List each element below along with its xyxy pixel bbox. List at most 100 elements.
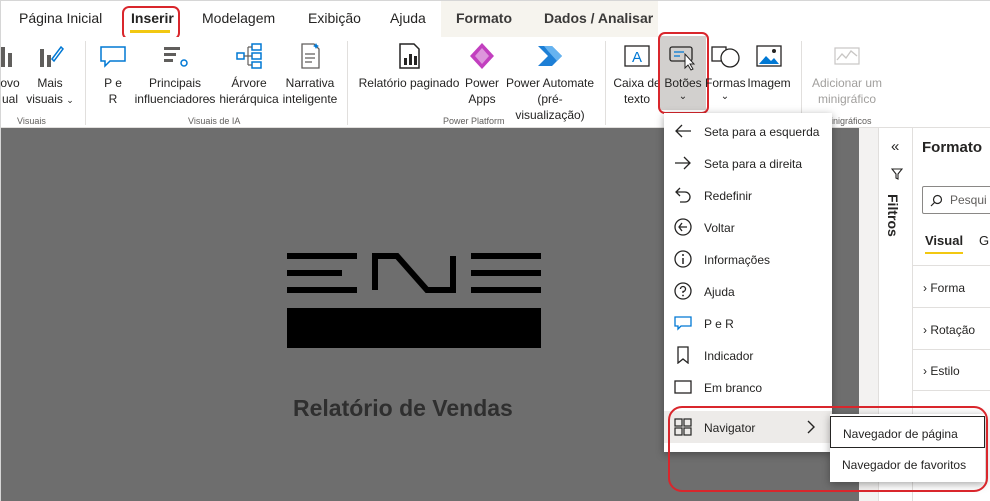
ribbon-separator [605,41,606,125]
section-rotacao[interactable]: › Rotação [923,323,975,337]
tab-ajuda[interactable]: Ajuda [390,10,426,26]
reset-icon [675,187,691,203]
menu-item-ajuda[interactable]: Ajuda [664,275,832,307]
group-label-power-platform: Power Platform [443,116,505,126]
image-label: Imagem [747,76,791,90]
back-circle-icon [674,218,692,236]
format-search-placeholder: Pesqui [950,193,987,207]
section-estilo[interactable]: › Estilo [923,364,960,378]
info-icon [674,250,692,268]
smart-narrative-icon [301,43,320,69]
more-visuals-button[interactable]: Mais visuais ⌄ [25,41,75,108]
filters-label: Filtros [885,194,901,237]
menu-item-seta-direita[interactable]: Seta para a direita [664,147,832,179]
shapes-icon [711,46,740,68]
menu-item-label: Voltar [704,221,735,235]
ribbon-dot: . [207,90,211,104]
ens-logo [287,253,541,348]
menu-item-em-branco[interactable]: Em branco [664,371,832,403]
qa-icon [100,46,126,68]
new-visual-label-2: ual [1,92,18,106]
format-search-input[interactable]: Pesqui [922,186,990,214]
group-label-visuais-ia: Visuais de IA [188,116,241,126]
divider [913,307,990,308]
bookmark-icon [677,346,689,364]
decomposition-tree-button[interactable]: Árvore hierárquica [218,41,280,107]
filter-icon [891,168,903,180]
add-sparkline-button[interactable]: Adicionar um minigráfico [808,41,886,107]
divider [913,265,990,266]
image-button[interactable]: Imagem [746,41,792,91]
smart-narrative-button[interactable]: Narrativa inteligente [281,41,339,107]
new-visual-button[interactable]: ovo ual [0,41,21,107]
image-icon [756,45,782,67]
chevron-right-icon: › [923,323,927,337]
menu-item-label: Redefinir [704,189,753,203]
chevron-right-icon: › [923,364,927,378]
sparkline-icon [834,47,860,65]
section-forma[interactable]: › Forma [923,281,965,295]
decomposition-tree-label-1: Árvore [231,76,267,90]
ribbon-tab-bar: Página Inicial Inserir Modelagem Exibiçã… [1,1,990,40]
shapes-button[interactable]: Formas ⌄ [705,41,746,103]
tab-visual[interactable]: Visual [925,233,963,248]
smart-narrative-label-2: inteligente [282,92,338,106]
power-automate-icon [538,46,562,66]
menu-item-label: Em branco [704,381,763,395]
new-visual-icon [1,47,12,67]
power-apps-label-2: Apps [468,92,496,106]
menu-item-label: Seta para a esquerda [704,125,820,139]
qa-label-1: P e [104,76,122,90]
add-sparkline-label-2: minigráfico [817,92,877,106]
power-apps-label-1: Power [464,76,499,90]
text-box-button[interactable]: A Caixa de texto [613,41,661,107]
tab-modelagem[interactable]: Modelagem [202,10,275,26]
paginated-report-icon [399,43,420,69]
tab-geral[interactable]: G [979,233,989,248]
add-sparkline-label-1: Adicionar um [811,76,883,90]
menu-item-label: Seta para a direita [704,157,803,171]
svg-text:A: A [632,49,642,66]
ribbon-separator [85,41,86,125]
tab-dados-analisar[interactable]: Dados / Analisar [544,10,653,26]
search-icon [930,194,943,207]
arrow-right-icon [675,156,691,170]
menu-item-voltar[interactable]: Voltar [664,211,832,243]
power-automate-label-1: Power Automate [505,76,595,90]
collapse-chevron-icon[interactable]: « [891,138,899,155]
group-label-visuais: Visuais [17,116,46,126]
key-influencers-icon [164,47,188,67]
blank-icon [674,380,692,394]
qa-button[interactable]: P e R [97,41,129,107]
report-title: Relatório de Vendas [293,395,513,421]
divider [913,390,990,391]
buttons-dropdown-menu: Seta para a esquerda Seta para a direita… [664,113,832,452]
group-label-minigraficos: inigráficos [831,116,872,126]
highlight-inserir-box [122,6,180,40]
tab-pagina-inicial[interactable]: Página Inicial [19,10,102,26]
tab-exibicao[interactable]: Exibição [308,10,361,26]
help-icon [674,282,692,300]
menu-item-informacoes[interactable]: Informações [664,243,832,275]
tab-formato[interactable]: Formato [456,10,512,26]
new-visual-label-1: ovo [0,76,20,90]
ribbon: ovo ual Mais visuais ⌄ Visuais P e R Pri… [0,32,990,128]
more-visuals-icon [40,45,64,67]
paginated-report-button[interactable]: Relatório paginado [356,41,462,91]
text-box-label-1: Caixa de [613,76,661,90]
chevron-down-icon: ⌄ [720,91,730,102]
menu-item-label: Informações [704,253,771,267]
qa-icon [674,316,692,331]
divider [913,349,990,350]
menu-item-redefinir[interactable]: Redefinir [664,179,832,211]
menu-item-seta-esquerda[interactable]: Seta para a esquerda [664,115,832,147]
menu-item-label: P e R [704,317,734,331]
filters-label-wrap: Filtros [883,194,909,254]
power-automate-button[interactable]: Power Automate (pré-visualização) [503,41,597,123]
menu-item-indicador[interactable]: Indicador [664,339,832,371]
ribbon-separator [347,41,348,125]
format-pane-title: Formato [922,139,982,156]
menu-item-per[interactable]: P e R [664,307,832,339]
paginated-report-label: Relatório paginado [358,76,460,90]
power-apps-button[interactable]: Power Apps [462,41,502,107]
